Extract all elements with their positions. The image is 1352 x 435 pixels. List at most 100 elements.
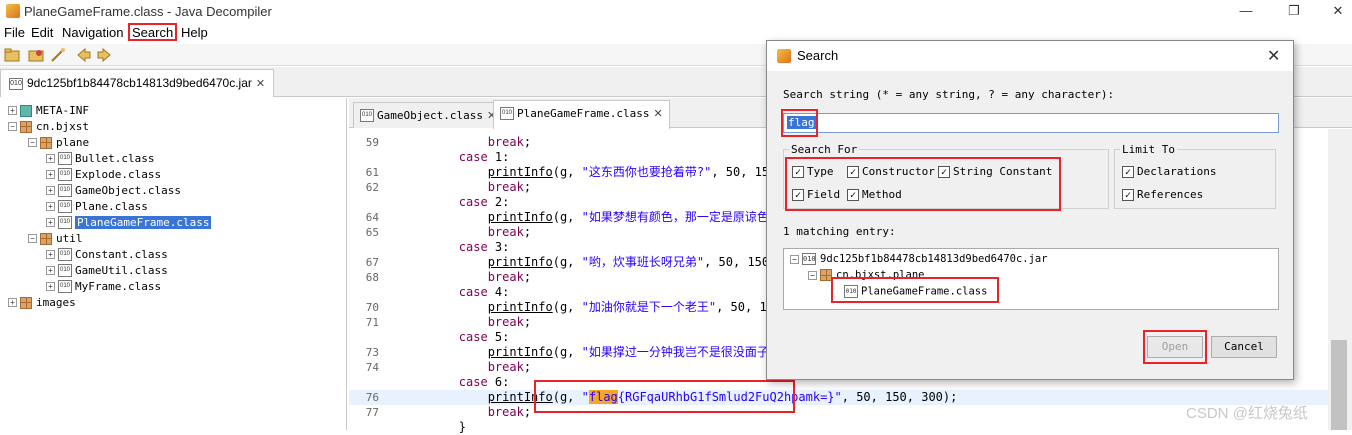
tree-node-plane[interactable]: − plane xyxy=(28,134,89,150)
keyword: break xyxy=(487,270,524,284)
menu-edit[interactable]: Edit xyxy=(31,24,53,42)
code-text: break; xyxy=(401,270,531,285)
declarations-checkbox[interactable]: ✓ Declarations xyxy=(1122,165,1216,178)
tree-node-class-selected[interactable]: +010 PlaneGameFrame.class xyxy=(46,214,212,230)
expand-icon[interactable]: + xyxy=(8,106,17,116)
code-args: (g, xyxy=(552,300,582,314)
tree-node-class[interactable]: +010 GameUtil.class xyxy=(46,262,168,278)
tree-node-class[interactable]: +010 MyFrame.class xyxy=(46,278,161,294)
result-jar[interactable]: −010 9dc125bf1b84478cb14813d9bed6470c.jar xyxy=(790,253,1048,265)
maximize-button[interactable]: ❐ xyxy=(1284,2,1304,20)
code-text: } xyxy=(401,420,466,435)
menu-file[interactable]: File xyxy=(4,24,25,42)
tree-node-class[interactable]: +010 Explode.class xyxy=(46,166,161,182)
collapse-icon[interactable]: − xyxy=(28,234,37,244)
flag-annotation-box xyxy=(534,380,795,413)
cancel-button[interactable]: Cancel xyxy=(1211,336,1277,358)
expand-icon[interactable]: + xyxy=(46,202,55,212)
back-arrow-icon[interactable] xyxy=(76,47,92,63)
package-icon xyxy=(40,136,52,149)
expand-icon[interactable]: + xyxy=(46,186,55,196)
tab-planegameframe[interactable]: 010 PlaneGameFrame.class ✕ xyxy=(493,100,670,129)
keyword: break xyxy=(487,135,524,149)
code-text: case 3: xyxy=(401,240,510,255)
dialog-close-button[interactable]: ✕ xyxy=(1267,46,1280,66)
method-call: printInfo xyxy=(487,345,553,359)
jar-tab[interactable]: 010 9dc125bf1b84478cb14813d9bed6470c.jar ✕ xyxy=(0,69,275,97)
jar-file-icon: 010 xyxy=(802,253,816,265)
menu-help[interactable]: Help xyxy=(181,24,208,42)
search-for-label: Search For xyxy=(789,143,860,156)
expand-icon[interactable]: + xyxy=(46,282,55,292)
expand-icon[interactable]: + xyxy=(46,170,55,180)
tree-node-class[interactable]: +010 Constant.class xyxy=(46,246,168,262)
forward-arrow-icon[interactable] xyxy=(96,47,112,63)
tree-node-util[interactable]: − util xyxy=(28,230,83,246)
code-line: 77 break; xyxy=(349,405,1329,420)
package-icon xyxy=(20,120,32,133)
window-title: PlaneGameFrame.class - Java Decompiler xyxy=(24,4,272,19)
code-text: break; xyxy=(401,405,531,420)
keyword: case xyxy=(458,195,488,209)
code-rest: } xyxy=(458,420,467,434)
collapse-icon[interactable]: − xyxy=(8,122,17,132)
class-file-icon: 010 xyxy=(58,152,72,166)
expand-icon[interactable]: + xyxy=(46,266,55,276)
menu-navigation[interactable]: Navigation xyxy=(62,24,123,42)
class-file-icon: 010 xyxy=(58,168,72,182)
tree-node-images[interactable]: + images xyxy=(8,294,76,310)
scrollbar-thumb[interactable] xyxy=(1331,340,1347,430)
search-input[interactable]: flag xyxy=(783,113,1279,133)
code-text: printInfo(g, "如果梦想有颜色，那一定是原谅色", 40 xyxy=(401,210,805,225)
expand-icon[interactable]: + xyxy=(46,154,55,164)
tree-node-meta-inf[interactable]: + META-INF xyxy=(8,102,89,118)
search-wand-icon[interactable] xyxy=(50,47,66,63)
code-text: break; xyxy=(401,315,531,330)
app-icon xyxy=(6,4,20,18)
close-tab-icon[interactable]: ✕ xyxy=(256,78,265,90)
dialog-title: Search xyxy=(797,48,839,63)
references-checkbox[interactable]: ✓ References xyxy=(1122,188,1203,201)
code-args: (g, xyxy=(552,345,582,359)
class-file-icon: 010 xyxy=(58,280,72,294)
keyword: break xyxy=(487,225,524,239)
expand-icon[interactable]: + xyxy=(8,298,17,308)
expand-icon[interactable]: + xyxy=(46,250,55,260)
method-call: printInfo xyxy=(487,210,553,224)
close-tab-icon[interactable]: ✕ xyxy=(653,108,662,120)
class-file-icon: 010 xyxy=(58,264,72,278)
code-rest: 3: xyxy=(487,240,510,254)
collapse-icon[interactable]: − xyxy=(790,254,799,264)
tree-node-class[interactable]: +010 Bullet.class xyxy=(46,150,154,166)
minimize-button[interactable]: — xyxy=(1236,2,1256,20)
dialog-title-bar: Search ✕ xyxy=(767,41,1293,71)
code-rest: ; xyxy=(523,180,532,194)
code-text: break; xyxy=(401,225,531,240)
code-args: , 50, 150, 300); xyxy=(841,390,958,404)
open-type-icon[interactable] xyxy=(28,47,44,63)
tab-gameobject[interactable]: 010 GameObject.class ✕ xyxy=(353,102,504,128)
code-rest: 6: xyxy=(487,375,510,389)
close-window-button[interactable]: ✕ xyxy=(1328,2,1348,20)
keyword: case xyxy=(458,285,488,299)
collapse-icon[interactable]: − xyxy=(28,138,37,148)
keyword: case xyxy=(458,375,488,389)
package-icon xyxy=(40,232,52,245)
tree-node-cn-bjxst[interactable]: − cn.bjxst xyxy=(8,118,89,134)
method-call: printInfo xyxy=(487,255,553,269)
code-text: case 1: xyxy=(401,150,510,165)
expand-icon[interactable]: + xyxy=(46,218,55,228)
code-rest: ; xyxy=(523,405,532,419)
tree-node-class[interactable]: +010 Plane.class xyxy=(46,198,148,214)
open-file-icon[interactable] xyxy=(4,47,20,63)
tree-node-class[interactable]: +010 GameObject.class xyxy=(46,182,181,198)
menu-search[interactable]: Search xyxy=(128,23,178,41)
collapse-icon[interactable]: − xyxy=(808,270,817,280)
code-rest: 4: xyxy=(487,285,510,299)
code-line: } xyxy=(349,420,1329,435)
